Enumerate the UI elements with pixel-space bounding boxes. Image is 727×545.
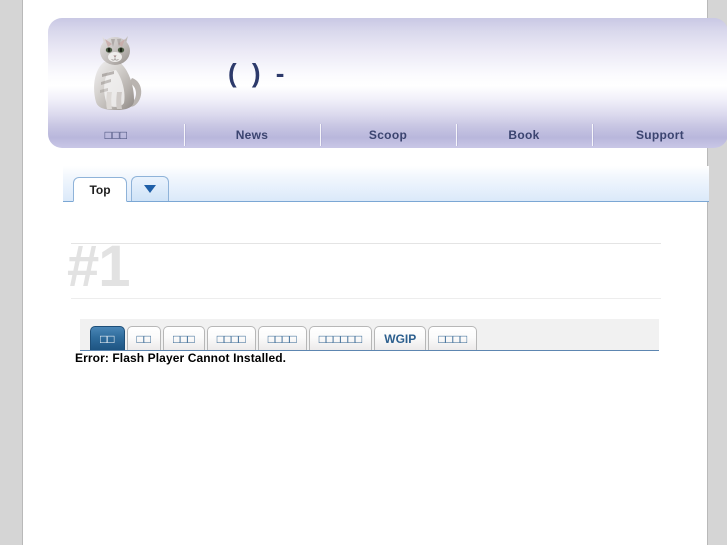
tab-top[interactable]: Top: [73, 177, 127, 202]
tab-more-dropdown[interactable]: [131, 176, 169, 201]
nav-item-label: Book: [508, 128, 540, 142]
content-tab-panel: □□ □□ □□□ □□□□ □□□□ □□□□□□ WGIP □□□□: [80, 319, 659, 351]
content-tab-label: □□□□: [438, 331, 468, 346]
flash-error-message: Error: Flash Player Cannot Installed.: [75, 351, 287, 365]
subtab-strip: Top: [63, 166, 709, 202]
content-tab-label: □□□□: [267, 331, 297, 346]
content-tab-label: □□: [136, 331, 152, 346]
heading-divider-top: [71, 243, 661, 244]
chevron-down-icon: [144, 185, 156, 193]
nav-item-label: News: [235, 128, 269, 142]
content-tab-list: □□ □□ □□□ □□□□ □□□□ □□□□□□ WGIP □□□□: [90, 326, 479, 350]
page-content-frame: ( ) - □□□ News Scoop Book Support Top #1…: [22, 0, 727, 545]
main-navigation: □□□ News Scoop Book Support: [48, 122, 727, 148]
content-tab-2[interactable]: □□□: [163, 326, 205, 350]
content-tab-label: □□□□: [216, 331, 246, 346]
nav-item-book[interactable]: Book: [456, 122, 592, 148]
content-tab-label: □□□□□□: [318, 331, 363, 346]
content-tab-label: □□: [100, 331, 115, 346]
content-tab-label: WGIP: [384, 331, 417, 346]
nav-item-news[interactable]: News: [184, 122, 320, 148]
content-tab-5[interactable]: □□□□□□: [308, 326, 373, 350]
tab-top-label: Top: [89, 182, 111, 197]
header-branding-area: ( ) -: [48, 18, 727, 122]
content-tab-6[interactable]: WGIP: [374, 326, 427, 350]
content-tab-3[interactable]: □□□□: [206, 326, 256, 350]
content-tab-7[interactable]: □□□□: [428, 326, 478, 350]
site-header-panel: ( ) - □□□ News Scoop Book Support: [48, 18, 727, 148]
content-tab-1[interactable]: □□: [126, 326, 161, 350]
site-title: ( ) -: [228, 58, 289, 88]
nav-item-label: Support: [635, 128, 685, 142]
nav-item-label: □□□: [104, 128, 128, 142]
content-tab-0[interactable]: □□: [90, 326, 125, 350]
heading-divider-bottom: [71, 298, 661, 299]
nav-item-home[interactable]: □□□: [48, 122, 184, 148]
content-tab-4[interactable]: □□□□: [257, 326, 307, 350]
content-tab-label: □□□: [173, 331, 195, 346]
nav-item-support[interactable]: Support: [592, 122, 727, 148]
page-title: #1: [67, 234, 131, 299]
nav-item-label: Scoop: [368, 128, 408, 142]
cat-photo-icon: [84, 26, 148, 116]
nav-item-scoop[interactable]: Scoop: [320, 122, 456, 148]
